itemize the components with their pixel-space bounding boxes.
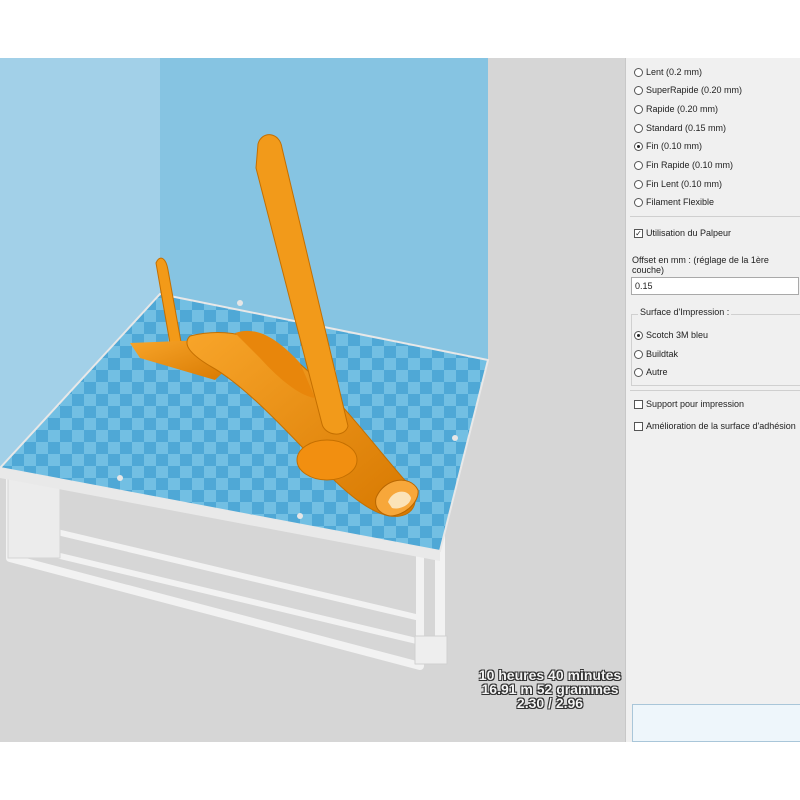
quality-option-superrapide[interactable]: SuperRapide (0.20 mm) <box>634 83 742 97</box>
divider <box>630 390 800 391</box>
quality-option-lent[interactable]: Lent (0.2 mm) <box>634 65 702 79</box>
slicer-window: 10 heures 40 minutes 16.91 m 52 grammes … <box>0 58 800 742</box>
radio-selected-icon[interactable] <box>634 141 643 151</box>
surface-option-label: Buildtak <box>646 349 679 359</box>
surface-option-label: Scotch 3M bleu <box>646 330 709 340</box>
3d-viewport[interactable]: 10 heures 40 minutes 16.91 m 52 grammes … <box>0 58 625 742</box>
quality-option-label: Standard (0.15 mm) <box>646 123 727 133</box>
radio-icon[interactable] <box>634 104 643 114</box>
offset-label: Offset en mm : (réglage de la 1ère couch… <box>632 255 769 275</box>
radio-selected-icon[interactable] <box>634 330 643 340</box>
log-area[interactable] <box>632 704 800 742</box>
quality-option-filament-flexible[interactable]: Filament Flexible <box>634 195 714 209</box>
checkbox-icon[interactable] <box>634 399 643 409</box>
radio-icon[interactable] <box>634 67 643 77</box>
filament-usage: 16.91 m 52 grammes <box>481 681 619 697</box>
radio-icon[interactable] <box>634 85 643 95</box>
quality-option-fin-lent[interactable]: Fin Lent (0.10 mm) <box>634 177 722 191</box>
support-label: Support pour impression <box>646 399 745 409</box>
radio-icon[interactable] <box>634 123 643 133</box>
quality-option-rapide[interactable]: Rapide (0.20 mm) <box>634 102 718 116</box>
print-time: 10 heures 40 minutes <box>478 667 622 683</box>
quality-option-label: Rapide (0.20 mm) <box>646 104 719 114</box>
radio-icon[interactable] <box>634 349 643 359</box>
checkbox-icon[interactable] <box>634 421 643 431</box>
print-estimate: 10 heures 40 minutes 16.91 m 52 grammes … <box>470 668 625 710</box>
offset-input[interactable] <box>631 277 799 295</box>
radio-icon[interactable] <box>634 197 643 207</box>
radio-icon[interactable] <box>634 179 643 189</box>
radio-icon[interactable] <box>634 367 643 377</box>
radio-icon[interactable] <box>634 160 643 170</box>
quality-option-label: Fin Lent (0.10 mm) <box>646 179 723 189</box>
surface-option-scotch[interactable]: Scotch 3M bleu <box>634 328 708 342</box>
adhesion-checkbox-row[interactable]: Amélioration de la surface d'adhésion <box>634 419 796 433</box>
surface-option-autre[interactable]: Autre <box>634 365 668 379</box>
quality-option-label: Filament Flexible <box>646 197 715 207</box>
surface-option-buildtak[interactable]: Buildtak <box>634 347 678 361</box>
adhesion-label: Amélioration de la surface d'adhésion <box>646 421 796 431</box>
support-checkbox-row[interactable]: Support pour impression <box>634 397 744 411</box>
probe-checkbox-row[interactable]: ✓ Utilisation du Palpeur <box>634 226 731 240</box>
quality-option-label: SuperRapide (0.20 mm) <box>646 85 743 95</box>
probe-label: Utilisation du Palpeur <box>646 228 732 238</box>
quality-option-standard[interactable]: Standard (0.15 mm) <box>634 121 726 135</box>
scene <box>0 58 490 670</box>
layer-info: 2.30 / 2.96 <box>516 695 584 711</box>
quality-option-label: Lent (0.2 mm) <box>646 67 703 77</box>
quality-option-fin[interactable]: Fin (0.10 mm) <box>634 139 702 153</box>
surface-title: Surface d'Impression : <box>638 307 732 317</box>
settings-panel: Lent (0.2 mm) SuperRapide (0.20 mm) Rapi… <box>625 58 800 742</box>
quality-option-fin-rapide[interactable]: Fin Rapide (0.10 mm) <box>634 158 733 172</box>
surface-option-label: Autre <box>646 367 668 377</box>
quality-option-label: Fin (0.10 mm) <box>646 141 703 151</box>
divider <box>630 216 800 217</box>
quality-option-label: Fin Rapide (0.10 mm) <box>646 160 734 170</box>
checkbox-checked-icon[interactable]: ✓ <box>634 228 643 238</box>
